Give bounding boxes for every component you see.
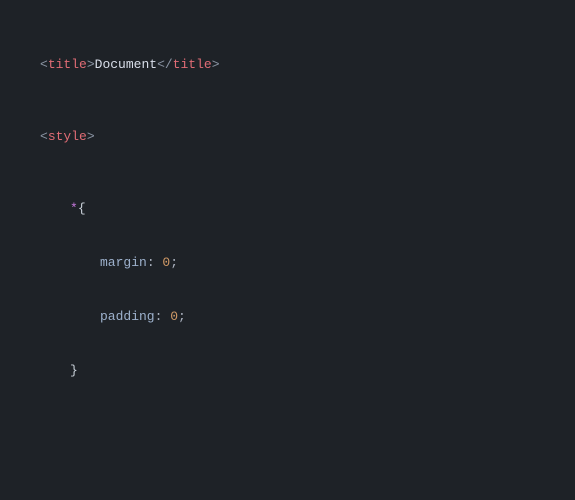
blank-line bbox=[0, 434, 575, 452]
code-editor[interactable]: <title>Document</title> <style> *{ margi… bbox=[0, 0, 575, 500]
code-line: <title>Document</title> bbox=[0, 56, 575, 74]
code-line: <style> bbox=[0, 128, 575, 146]
code-line: margin: 0; bbox=[0, 254, 575, 272]
code-line: } bbox=[0, 362, 575, 380]
code-line: padding: 0; bbox=[0, 308, 575, 326]
code-line: *{ bbox=[0, 200, 575, 218]
